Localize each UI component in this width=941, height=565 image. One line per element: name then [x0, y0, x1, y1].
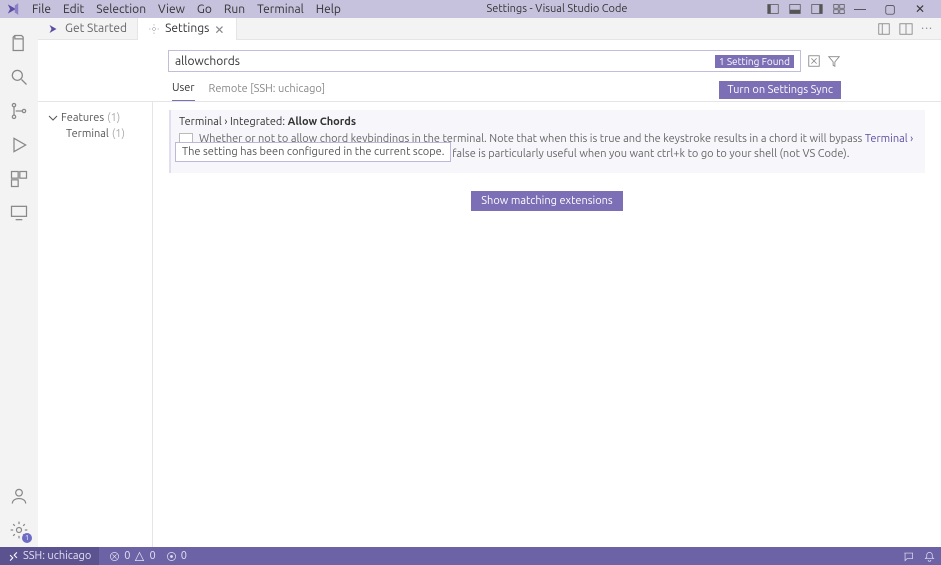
menu-file[interactable]: File — [26, 3, 57, 16]
settings-search-input[interactable]: allowchords 1 Setting Found — [168, 50, 801, 72]
split-editor-icon[interactable] — [899, 22, 913, 36]
window-minimize[interactable]: — — [845, 3, 875, 16]
extensions-icon[interactable] — [8, 168, 30, 190]
gear-icon — [148, 23, 160, 35]
settings-update-badge: 1 — [22, 533, 32, 543]
status-ports[interactable]: 0 — [166, 550, 187, 562]
feedback-icon[interactable] — [903, 551, 914, 562]
open-json-icon[interactable] — [877, 22, 891, 36]
menu-edit[interactable]: Edit — [57, 3, 90, 16]
tab-get-started[interactable]: Get Started — [38, 18, 138, 40]
menu-selection[interactable]: Selection — [90, 3, 152, 16]
title-layout-controls — [767, 3, 845, 15]
editor-area: Get Started Settings ✕ ··· allowchords 1… — [38, 18, 941, 547]
error-icon — [109, 551, 120, 562]
accounts-icon[interactable] — [8, 485, 30, 507]
layout-sidebar-right-icon[interactable] — [811, 3, 823, 15]
menu-go[interactable]: Go — [191, 3, 218, 16]
ports-icon — [166, 551, 177, 562]
filter-icon[interactable] — [827, 54, 841, 68]
status-remote[interactable]: SSH: uchicago — [0, 547, 99, 565]
clear-search-icon[interactable] — [807, 54, 821, 68]
setting-title: Terminal › Integrated: Allow Chords — [179, 116, 917, 128]
window-close[interactable]: ✕ — [905, 2, 935, 16]
scope-remote-tab[interactable]: Remote [SSH: uchicago] — [209, 79, 326, 101]
status-problems[interactable]: 0 0 — [109, 550, 155, 562]
close-icon[interactable]: ✕ — [214, 23, 226, 35]
settings-gear-icon[interactable]: 1 — [8, 519, 30, 541]
outline-terminal[interactable]: Terminal (1) — [48, 126, 148, 142]
run-debug-icon[interactable] — [8, 134, 30, 156]
menu-view[interactable]: View — [152, 3, 191, 16]
tab-get-started-label: Get Started — [65, 22, 127, 35]
activity-bar: 1 — [0, 18, 38, 547]
settings-editor: allowchords 1 Setting Found User Remote … — [38, 40, 941, 547]
more-actions-icon[interactable]: ··· — [921, 22, 933, 36]
search-text: allowchords — [175, 55, 240, 68]
layout-panel-icon[interactable] — [789, 3, 801, 15]
window-title: Settings - Visual Studio Code — [347, 3, 767, 15]
window-maximize[interactable]: ▢ — [875, 2, 905, 16]
setting-scope-tooltip: The setting has been configured in the c… — [175, 142, 451, 162]
menu-run[interactable]: Run — [218, 3, 251, 16]
layout-customize-icon[interactable] — [833, 3, 845, 15]
settings-found-badge: 1 Setting Found — [715, 55, 794, 68]
search-icon[interactable] — [8, 66, 30, 88]
settings-list: Terminal › Integrated: Allow Chords Whet… — [153, 102, 941, 547]
layout-sidebar-left-icon[interactable] — [767, 3, 779, 15]
remote-icon — [8, 551, 19, 562]
settings-outline: Features (1) Terminal (1) — [38, 102, 148, 547]
tab-settings[interactable]: Settings ✕ — [138, 18, 237, 40]
bell-icon[interactable] — [924, 551, 935, 562]
remote-explorer-icon[interactable] — [8, 202, 30, 224]
explorer-icon[interactable] — [8, 32, 30, 54]
source-control-icon[interactable] — [8, 100, 30, 122]
warning-icon — [134, 551, 145, 562]
menu-terminal[interactable]: Terminal — [251, 3, 310, 16]
tab-bar: Get Started Settings ✕ ··· — [38, 18, 941, 40]
title-bar: File Edit Selection View Go Run Terminal… — [0, 0, 941, 18]
outline-features[interactable]: Features (1) — [48, 110, 148, 126]
vscode-logo-icon — [6, 2, 20, 16]
scope-user-tab[interactable]: User — [172, 78, 195, 101]
menu-help[interactable]: Help — [310, 3, 347, 16]
menu-bar: File Edit Selection View Go Run Terminal… — [26, 3, 347, 16]
settings-sync-button[interactable]: Turn on Settings Sync — [719, 81, 841, 99]
tab-settings-label: Settings — [165, 22, 209, 35]
show-matching-extensions-button[interactable]: Show matching extensions — [471, 191, 622, 211]
chevron-down-icon — [48, 113, 58, 123]
status-bar: SSH: uchicago 0 0 0 — [0, 547, 941, 565]
vscode-small-icon — [48, 23, 60, 35]
